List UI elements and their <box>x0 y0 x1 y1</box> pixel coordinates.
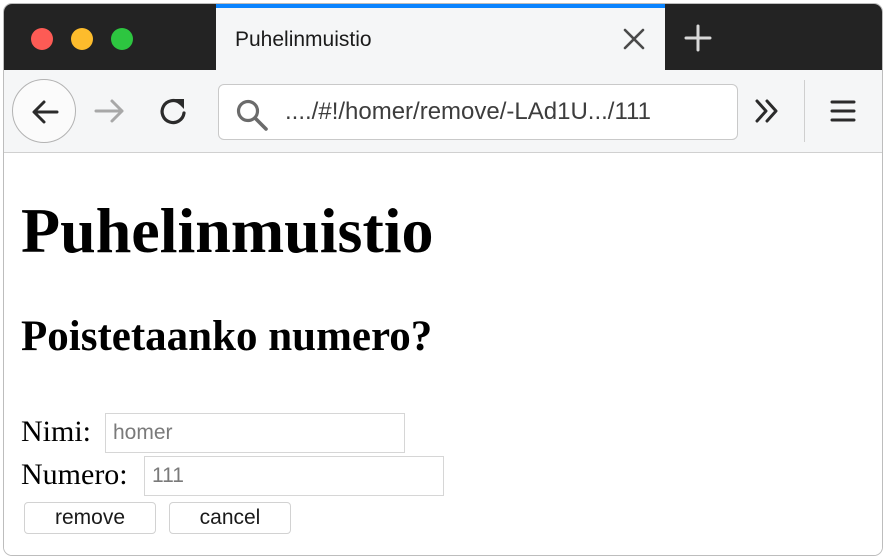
nav-toolbar: ..../#!/homer/remove/-LAd1U.../111 <box>4 70 882 153</box>
page-title: Puhelinmuistio <box>21 195 434 266</box>
url-bar[interactable]: ..../#!/homer/remove/-LAd1U.../111 <box>218 84 738 140</box>
remove-button[interactable]: remove <box>24 502 156 534</box>
window-minimize-button[interactable] <box>71 28 93 50</box>
number-label: Numero: <box>21 458 128 491</box>
tab-title: Puhelinmuistio <box>235 28 372 51</box>
tab-puhelinmuistio[interactable]: Puhelinmuistio <box>216 4 665 70</box>
browser-window: Puhelinmuistio ..../#!/homer/remove/-LAd… <box>4 4 882 555</box>
double-chevron-right-icon[interactable] <box>752 96 782 131</box>
reload-icon[interactable] <box>157 95 191 134</box>
cancel-button[interactable]: cancel <box>169 502 291 534</box>
search-icon <box>235 98 269 137</box>
tab-bar: Puhelinmuistio <box>4 4 882 70</box>
toolbar-separator <box>804 80 805 142</box>
arrow-right-icon[interactable] <box>93 96 127 131</box>
plus-icon[interactable] <box>681 21 715 55</box>
name-field[interactable] <box>105 413 405 453</box>
arrow-left-icon <box>32 100 59 124</box>
hamburger-menu-icon[interactable] <box>830 98 856 129</box>
window-maximize-button[interactable] <box>111 28 133 50</box>
page-content: Puhelinmuistio Poistetaanko numero? Nimi… <box>4 153 882 555</box>
back-button[interactable] <box>12 79 76 143</box>
close-icon[interactable] <box>621 26 647 52</box>
window-close-button[interactable] <box>31 28 53 50</box>
number-field[interactable] <box>144 456 444 496</box>
name-label: Nimi: <box>21 415 92 448</box>
url-text[interactable]: ..../#!/homer/remove/-LAd1U.../111 <box>285 98 651 126</box>
page-subtitle: Poistetaanko numero? <box>21 313 433 360</box>
